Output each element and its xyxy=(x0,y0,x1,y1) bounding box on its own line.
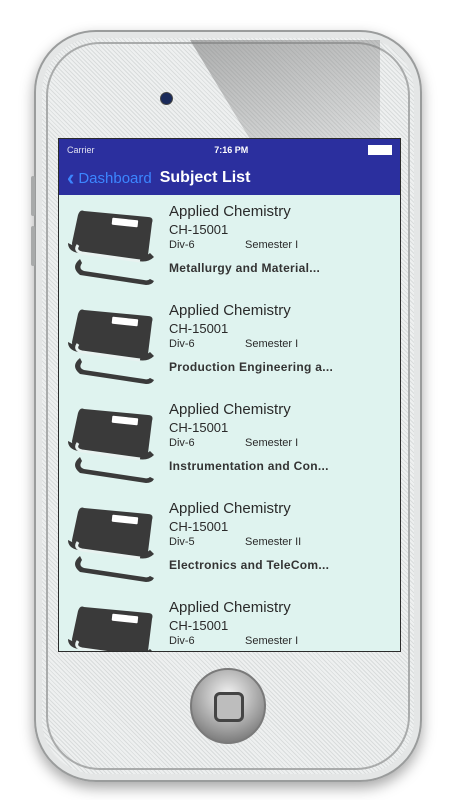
subject-info: Applied Chemistry CH-15001 Div-5 Semeste… xyxy=(169,492,329,591)
book-stack-icon xyxy=(59,294,169,393)
list-item[interactable]: Applied Chemistry CH-15001 Div-6 Semeste… xyxy=(59,591,400,651)
division-label: Div-6 xyxy=(169,635,195,647)
division-label: Div-6 xyxy=(169,437,195,449)
subject-meta: Div-6 Semester I xyxy=(169,635,298,647)
subject-meta: Div-5 Semester II xyxy=(169,536,329,548)
subject-meta: Div-6 Semester I xyxy=(169,437,329,449)
subject-code: CH-15001 xyxy=(169,618,229,633)
subject-list: Applied Chemistry CH-15001 Div-6 Semeste… xyxy=(59,195,400,651)
subject-info: Applied Chemistry CH-15001 Div-6 Semeste… xyxy=(169,393,329,492)
book-stack-icon xyxy=(59,195,169,294)
list-item[interactable]: Applied Chemistry CH-15001 Div-6 Semeste… xyxy=(59,393,400,492)
division-label: Div-6 xyxy=(169,239,195,251)
list-item[interactable]: Applied Chemistry CH-15001 Div-6 Semeste… xyxy=(59,294,400,393)
department-label: Metallurgy and Material... xyxy=(169,261,321,275)
subject-name: Applied Chemistry xyxy=(169,302,291,319)
semester-label: Semester II xyxy=(245,536,302,548)
subject-code: CH-15001 xyxy=(169,420,229,435)
status-bar: Carrier 7:16 PM xyxy=(59,139,400,161)
back-button-label: Dashboard xyxy=(78,169,152,187)
subject-name: Applied Chemistry xyxy=(169,599,291,616)
chevron-left-icon: ‹ xyxy=(67,165,75,190)
book-stack-icon xyxy=(59,591,169,651)
subject-info: Applied Chemistry CH-15001 Div-6 Semeste… xyxy=(169,195,320,294)
book-stack-icon xyxy=(59,492,169,591)
subject-name: Applied Chemistry xyxy=(169,203,291,220)
subject-info: Applied Chemistry CH-15001 Div-6 Semeste… xyxy=(169,294,333,393)
subject-code: CH-15001 xyxy=(169,321,229,336)
subject-code: CH-15001 xyxy=(169,519,229,534)
semester-label: Semester I xyxy=(245,437,299,449)
semester-label: Semester I xyxy=(245,239,299,251)
home-square-icon xyxy=(214,692,244,722)
list-item[interactable]: Applied Chemistry CH-15001 Div-5 Semeste… xyxy=(59,492,400,591)
navigation-bar: ‹ Dashboard Subject List xyxy=(59,161,400,195)
status-time: 7:16 PM xyxy=(214,145,249,155)
subject-info: Applied Chemistry CH-15001 Div-6 Semeste… xyxy=(169,591,298,651)
camera-icon xyxy=(160,92,173,105)
department-label: Production Engineering a... xyxy=(169,360,334,374)
app-screen: Carrier 7:16 PM ‹ Dashboard Subject List xyxy=(58,138,401,652)
subject-name: Applied Chemistry xyxy=(169,401,291,418)
subject-name: Applied Chemistry xyxy=(169,500,291,517)
volume-button xyxy=(31,176,35,216)
book-stack-icon xyxy=(59,393,169,492)
home-button[interactable] xyxy=(190,668,266,744)
department-label: Electronics and TeleCom... xyxy=(169,558,330,572)
list-item[interactable]: Applied Chemistry CH-15001 Div-6 Semeste… xyxy=(59,195,400,294)
semester-label: Semester I xyxy=(245,635,299,647)
battery-icon xyxy=(368,145,392,155)
volume-button xyxy=(31,226,35,266)
page-title: Subject List xyxy=(159,169,251,186)
subject-meta: Div-6 Semester I xyxy=(169,239,320,251)
division-label: Div-6 xyxy=(169,338,195,350)
carrier-label: Carrier xyxy=(67,145,95,155)
department-label: Instrumentation and Con... xyxy=(169,459,329,473)
semester-label: Semester I xyxy=(245,338,299,350)
back-button[interactable]: ‹ Dashboard xyxy=(67,167,152,189)
subject-meta: Div-6 Semester I xyxy=(169,338,333,350)
subject-code: CH-15001 xyxy=(169,222,229,237)
division-label: Div-5 xyxy=(169,536,195,548)
